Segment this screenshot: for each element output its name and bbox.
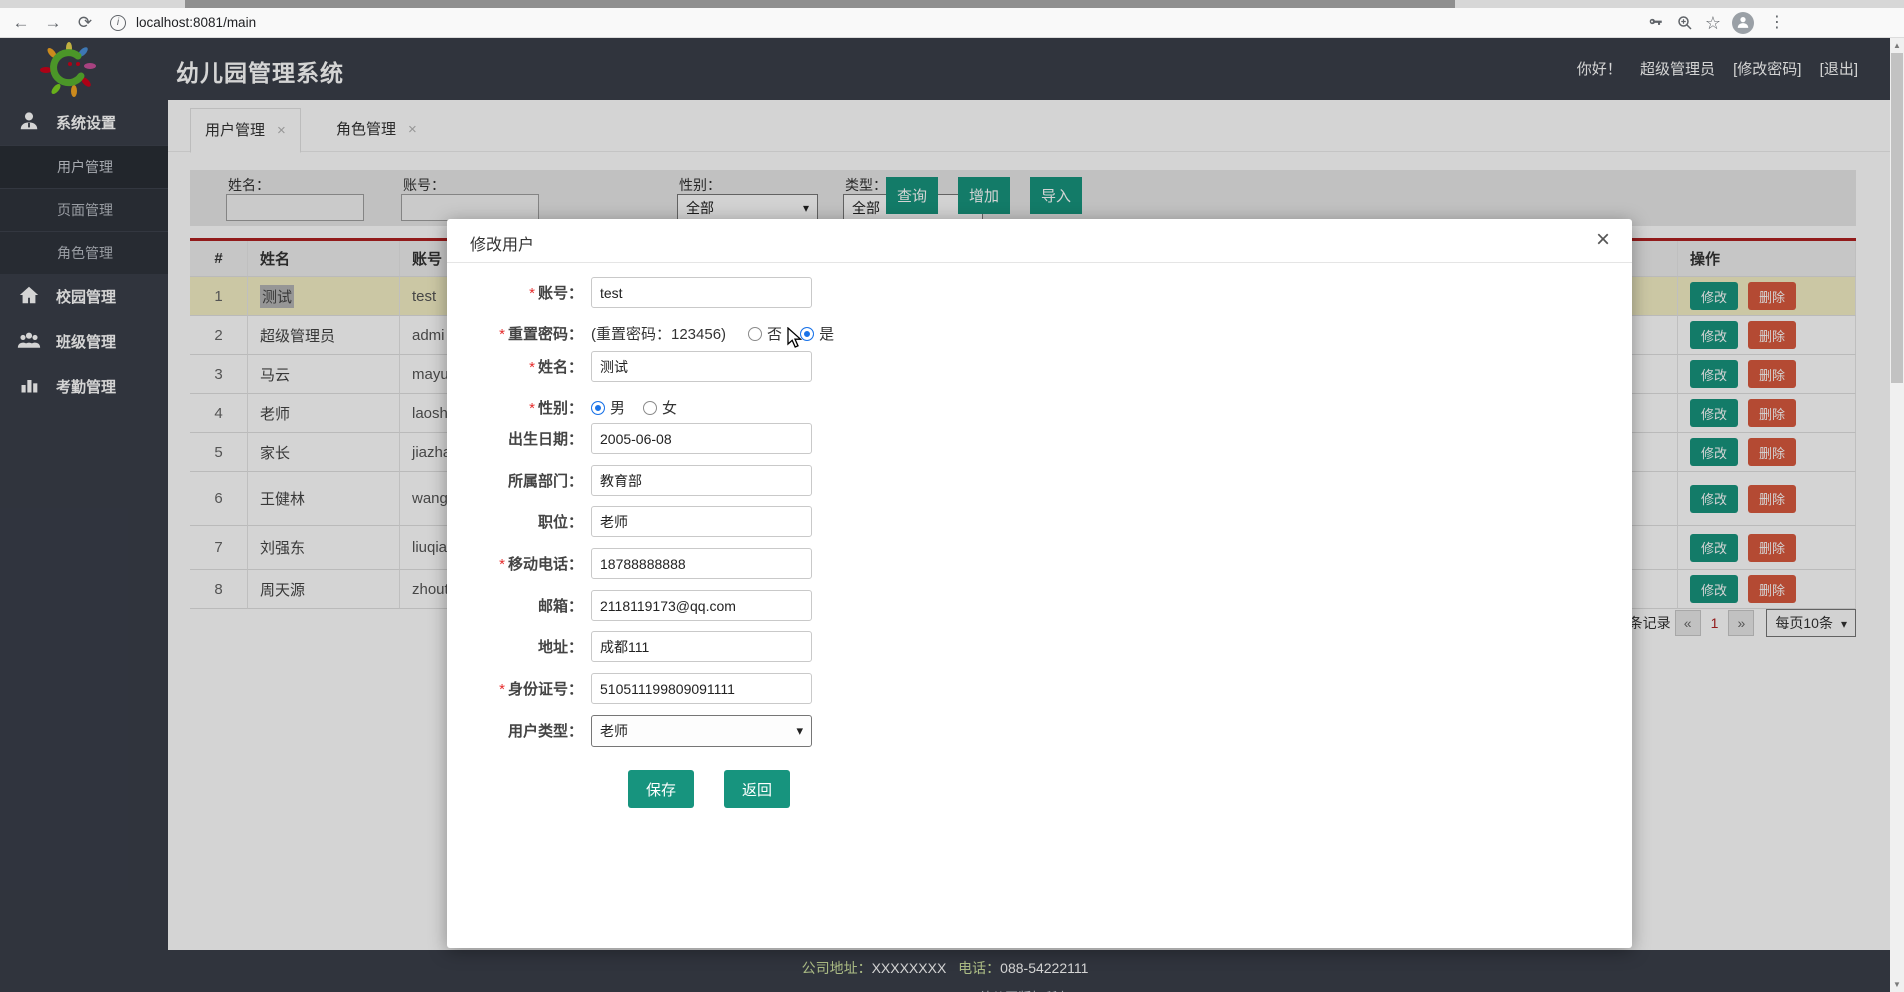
edit-user-modal: 修改用户 × *账号：*重置密码：(重置密码：123456)否是*姓名：*性别：… (447, 219, 1632, 948)
zoom-icon[interactable] (1672, 8, 1698, 38)
radio-option[interactable]: 女 (643, 397, 677, 418)
refresh-icon[interactable]: ⟳ (72, 8, 98, 38)
radio-icon[interactable] (643, 400, 658, 415)
form-row: * 性别： 男女 (447, 392, 1632, 423)
required-mark: * (499, 681, 505, 698)
form-row: 职位： (447, 506, 1632, 537)
form-row: 邮箱： (447, 590, 1632, 621)
field-label: * 移动电话： (499, 556, 583, 573)
form-row: * 身份证号： (447, 673, 1632, 704)
scroll-up-icon[interactable]: ▲ (1890, 38, 1904, 53)
form-row: * 姓名： (447, 351, 1632, 382)
mobile-field[interactable] (591, 548, 812, 579)
scroll-down-icon[interactable]: ▼ (1890, 977, 1904, 992)
idcard-field[interactable] (591, 673, 812, 704)
field-label: 邮箱： (537, 598, 583, 615)
account-field[interactable] (591, 277, 812, 308)
form-row: 地址： (447, 631, 1632, 662)
page-scrollbar[interactable]: ▲ ▼ (1890, 38, 1904, 992)
required-mark: * (529, 400, 535, 417)
department-field[interactable] (591, 465, 812, 496)
address-field[interactable] (591, 631, 812, 662)
back-button[interactable]: 返回 (724, 770, 790, 808)
field-label: 所属部门： (507, 473, 583, 490)
field-label: * 性别： (529, 400, 583, 417)
required-mark: * (529, 285, 535, 302)
position-field[interactable] (591, 506, 812, 537)
form-row: 出生日期： (447, 423, 1632, 454)
bookmark-star-icon[interactable]: ☆ (1700, 8, 1726, 38)
select-value: 老师 (600, 722, 628, 739)
modal-title: 修改用户 (470, 237, 535, 254)
url-text[interactable]: localhost:8081/main (136, 8, 256, 38)
form-row: * 账号： (447, 277, 1632, 308)
browser-toolbar: ← → ⟳ i localhost:8081/main ☆ ⋮ (0, 8, 1904, 38)
field-label: * 姓名： (529, 359, 583, 376)
required-mark: * (499, 326, 505, 343)
required-mark: * (499, 556, 505, 573)
email-field[interactable] (591, 590, 812, 621)
gender-radios: 男女 (591, 397, 695, 418)
radio-icon[interactable] (591, 400, 605, 415)
mouse-cursor (787, 327, 803, 348)
birthdate-field[interactable] (591, 423, 812, 454)
reset-password-radios: (重置密码：123456) 否是 (591, 323, 852, 344)
save-button[interactable]: 保存 (628, 770, 694, 808)
form-row: * 重置密码： (重置密码：123456) 否是 (447, 318, 1632, 349)
usertype-select[interactable]: 老师 ▾ (591, 714, 812, 747)
radio-option[interactable]: 否 (748, 323, 782, 344)
radio-icon[interactable] (748, 326, 763, 341)
forward-icon[interactable]: → (40, 8, 66, 38)
name-field[interactable] (591, 351, 812, 382)
required-mark: * (529, 359, 535, 376)
field-label: 地址： (537, 639, 583, 656)
browser-tabstrip (0, 0, 1904, 8)
back-icon[interactable]: ← (8, 8, 34, 38)
field-label: 出生日期： (507, 431, 583, 448)
form-row: 所属部门： (447, 465, 1632, 496)
menu-icon[interactable]: ⋮ (1764, 8, 1790, 38)
field-label: * 账号： (529, 285, 583, 302)
screen: ← → ⟳ i localhost:8081/main ☆ ⋮ 幼儿园管理系统 … (0, 0, 1904, 992)
radio-option[interactable]: 男 (591, 397, 625, 418)
field-label: 职位： (537, 514, 583, 531)
browser-chrome: ← → ⟳ i localhost:8081/main ☆ ⋮ (0, 0, 1904, 38)
page-info-icon[interactable]: i (110, 15, 126, 31)
form-row: * 移动电话： (447, 548, 1632, 579)
chevron-down-icon: ▾ (796, 722, 803, 738)
field-label: 用户类型： (507, 723, 583, 740)
password-key-icon[interactable] (1642, 8, 1668, 38)
field-label: * 身份证号： (499, 681, 583, 698)
app-window: 幼儿园管理系统 你好！ 超级管理员 [修改密码] [退出] 系统设置 用户管理 页面… (0, 38, 1904, 992)
field-label: * 重置密码： (499, 326, 583, 343)
modal-divider (447, 262, 1632, 263)
profile-avatar[interactable] (1732, 12, 1754, 34)
modal-close-icon[interactable]: × (1596, 225, 1610, 255)
form-row: 用户类型： 老师 ▾ (447, 714, 1632, 747)
reset-password-hint: (重置密码：123456) (591, 326, 727, 343)
scrollbar-thumb[interactable] (1891, 53, 1903, 383)
